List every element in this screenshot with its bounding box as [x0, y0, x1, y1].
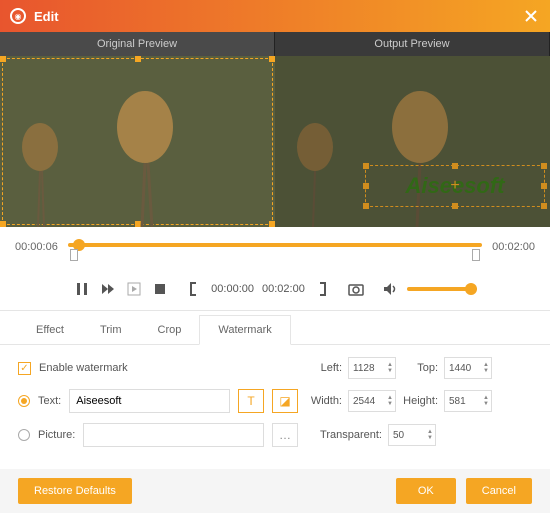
picture-radio[interactable]	[18, 429, 30, 441]
trim-end-marker[interactable]	[472, 249, 480, 261]
tab-trim[interactable]: Trim	[82, 316, 140, 344]
picture-radio-label: Picture:	[38, 429, 75, 441]
original-preview: Original Preview +	[0, 32, 275, 227]
stop-icon[interactable]	[151, 280, 169, 298]
browse-button[interactable]: …	[272, 423, 298, 447]
bracket-right-icon[interactable]	[313, 280, 331, 298]
close-icon[interactable]	[522, 7, 540, 25]
snapshot-icon[interactable]	[347, 280, 365, 298]
text-radio-label: Text:	[38, 395, 61, 407]
enable-watermark-label: Enable watermark	[39, 362, 128, 374]
height-spinner[interactable]: 581▲▼	[444, 390, 492, 412]
watermark-overlay-box[interactable]: + Aiseesoft	[365, 165, 545, 207]
transparent-label: Transparent:	[306, 429, 382, 441]
original-preview-image[interactable]: +	[0, 56, 275, 227]
titlebar: ◉ Edit	[0, 0, 550, 32]
left-label: Left:	[306, 362, 342, 374]
tab-effect[interactable]: Effect	[18, 316, 82, 344]
bracket-left-icon[interactable]	[185, 280, 203, 298]
trim-end-time: 00:02:00	[262, 283, 305, 295]
trim-start-time: 00:00:00	[211, 283, 254, 295]
pause-icon[interactable]	[73, 280, 91, 298]
color-icon: ◪	[279, 394, 290, 408]
width-label: Width:	[306, 395, 342, 407]
original-preview-label: Original Preview	[0, 32, 275, 56]
timeline-current-time: 00:00:06	[15, 241, 58, 253]
picture-path-input[interactable]	[83, 423, 264, 447]
watermark-panel: ✓ Enable watermark Left: 1128▲▼ Top: 144…	[0, 345, 550, 469]
tabs: Effect Trim Crop Watermark	[0, 311, 550, 345]
footer: Restore Defaults OK Cancel	[0, 469, 550, 513]
output-preview: Output Preview + Aiseesoft	[275, 32, 550, 227]
timeline-track[interactable]	[68, 237, 482, 257]
fast-forward-icon[interactable]	[99, 280, 117, 298]
top-label: Top:	[402, 362, 438, 374]
output-preview-image[interactable]: + Aiseesoft	[275, 56, 550, 227]
font-icon: T	[247, 394, 254, 408]
restore-defaults-button[interactable]: Restore Defaults	[18, 478, 132, 504]
volume-slider[interactable]	[407, 287, 477, 291]
enable-watermark-checkbox[interactable]: ✓	[18, 362, 31, 375]
trim-start-marker[interactable]	[70, 249, 78, 261]
crosshair-icon: +	[450, 177, 459, 195]
playback-controls: 00:00:00 00:02:00	[0, 267, 550, 311]
color-button[interactable]: ◪	[272, 389, 298, 413]
height-label: Height:	[402, 395, 438, 407]
left-spinner[interactable]: 1128▲▼	[348, 357, 396, 379]
ellipsis-icon: …	[279, 428, 291, 442]
cancel-button[interactable]: Cancel	[466, 478, 532, 504]
output-preview-label: Output Preview	[275, 32, 550, 56]
watermark-text-input[interactable]	[69, 389, 230, 413]
step-icon[interactable]	[125, 280, 143, 298]
volume-thumb[interactable]	[465, 283, 477, 295]
top-spinner[interactable]: 1440▲▼	[444, 357, 492, 379]
window-title: Edit	[34, 9, 522, 24]
transparent-spinner[interactable]: 50▲▼	[388, 424, 436, 446]
timeline-total-time: 00:02:00	[492, 241, 535, 253]
font-button[interactable]: T	[238, 389, 264, 413]
text-radio[interactable]	[18, 395, 30, 407]
ok-button[interactable]: OK	[396, 478, 456, 504]
width-spinner[interactable]: 2544▲▼	[348, 390, 396, 412]
tab-watermark[interactable]: Watermark	[199, 315, 290, 345]
preview-area: Original Preview + Output Preview	[0, 32, 550, 227]
volume-icon[interactable]	[381, 280, 399, 298]
app-logo-icon: ◉	[10, 8, 26, 24]
timeline: 00:00:06 00:02:00	[0, 227, 550, 267]
tab-crop[interactable]: Crop	[140, 316, 200, 344]
